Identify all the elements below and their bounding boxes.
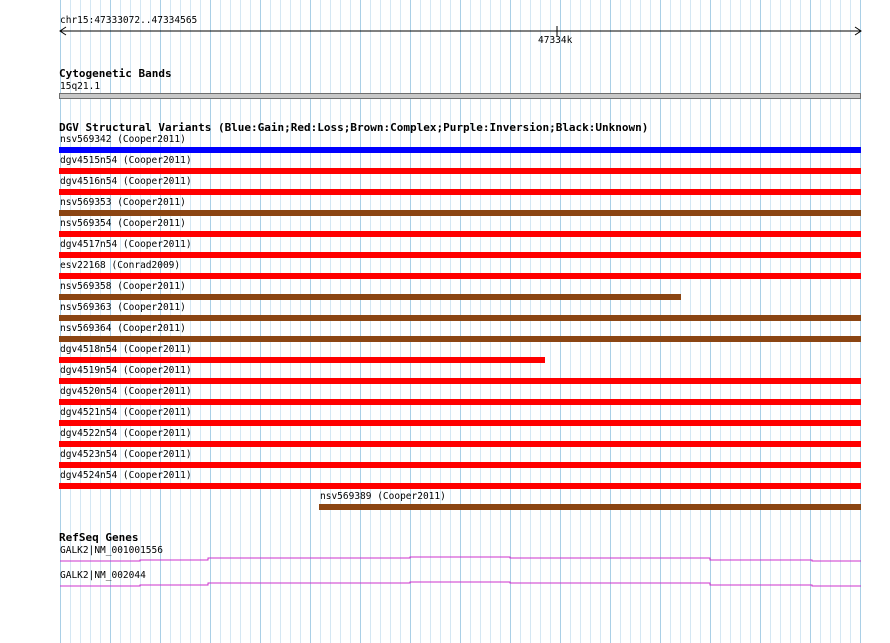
variant-label[interactable]: nsv569363 (Cooper2011) [60,302,186,313]
variant-label[interactable]: dgv4523n54 (Cooper2011) [60,449,192,460]
variant-bar[interactable] [59,336,861,342]
gene-label[interactable]: GALK2|NM_002044 [60,570,146,581]
dgv-track-title[interactable]: DGV Structural Variants (Blue:Gain;Red:L… [59,121,648,134]
variant-label[interactable]: dgv4519n54 (Cooper2011) [60,365,192,376]
gene-model[interactable] [60,556,861,562]
variant-bar[interactable] [59,357,545,363]
refseq-track-title[interactable]: RefSeq Genes [59,531,138,544]
variant-bar[interactable] [59,252,861,258]
variant-label[interactable]: dgv4522n54 (Cooper2011) [60,428,192,439]
variant-label[interactable]: dgv4524n54 (Cooper2011) [60,470,192,481]
variant-bar[interactable] [59,189,861,195]
variant-label[interactable]: dgv4515n54 (Cooper2011) [60,155,192,166]
variant-bar[interactable] [59,273,861,279]
variant-label[interactable]: nsv569353 (Cooper2011) [60,197,186,208]
variant-bar[interactable] [59,231,861,237]
variant-bar[interactable] [59,441,861,447]
cytobands-track-title[interactable]: Cytogenetic Bands [59,67,172,80]
variant-bar[interactable] [59,399,861,405]
variant-label[interactable]: nsv569364 (Cooper2011) [60,323,186,334]
variant-label[interactable]: dgv4520n54 (Cooper2011) [60,386,192,397]
cytoband-bar[interactable] [59,93,861,99]
ruler-range-label: chr15:47333072..47334565 [60,15,198,26]
variant-bar[interactable] [59,315,861,321]
variant-label[interactable]: nsv569354 (Cooper2011) [60,218,186,229]
variant-label[interactable]: dgv4516n54 (Cooper2011) [60,176,192,187]
variant-label[interactable]: dgv4517n54 (Cooper2011) [60,239,192,250]
variant-bar[interactable] [59,462,861,468]
variant-bar[interactable] [59,294,681,300]
variant-bar[interactable] [59,210,861,216]
variant-label[interactable]: dgv4518n54 (Cooper2011) [60,344,192,355]
variant-bar[interactable] [59,147,861,153]
variant-bar[interactable] [59,168,861,174]
variant-label[interactable]: nsv569358 (Cooper2011) [60,281,186,292]
ruler-tick-label: 47334k [538,35,573,46]
variant-bar[interactable] [59,378,861,384]
gene-model[interactable] [60,581,861,587]
variant-bar[interactable] [319,504,861,510]
variant-bar[interactable] [59,420,861,426]
cytoband-label: 15q21.1 [60,81,101,92]
variant-label[interactable]: nsv569389 (Cooper2011) [320,491,446,502]
variant-bar[interactable] [59,483,861,489]
variant-label[interactable]: esv22168 (Conrad2009) [60,260,180,271]
gene-label[interactable]: GALK2|NM_001001556 [60,545,163,556]
variant-label[interactable]: nsv569342 (Cooper2011) [60,134,186,145]
variant-label[interactable]: dgv4521n54 (Cooper2011) [60,407,192,418]
